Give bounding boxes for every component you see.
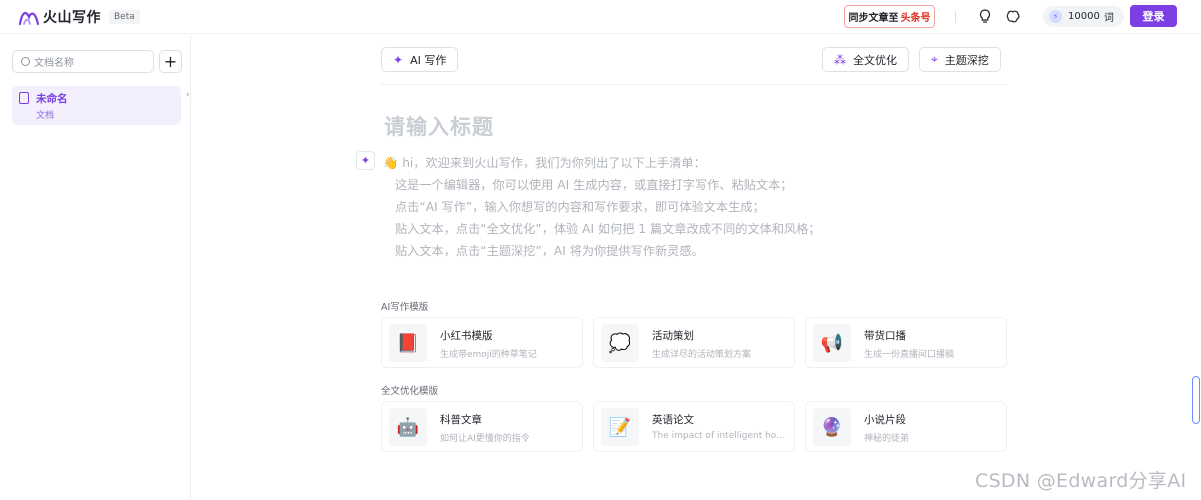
- add-document-button[interactable]: +: [159, 50, 182, 73]
- topic-label: 主题深挖: [944, 53, 989, 67]
- template-name: 活动策划: [652, 330, 694, 342]
- template-desc: 如何让AI更懂你的指令: [440, 434, 530, 444]
- template-name: 小说片段: [864, 414, 906, 426]
- sync-target: 头条号: [900, 13, 931, 24]
- lightning-icon: ⚡: [1049, 10, 1062, 23]
- scroll-indicator[interactable]: [1192, 376, 1200, 424]
- waving-hand-icon: 👋: [383, 156, 399, 170]
- login-button[interactable]: 登录: [1130, 5, 1177, 27]
- document-sidebar: 文档名称 + 未命名 文档 ‹: [0, 35, 191, 500]
- optimize-label: 全文优化: [853, 53, 897, 67]
- app-logo[interactable]: 火山写作 Beta: [18, 7, 140, 27]
- beta-badge: Beta: [109, 10, 140, 24]
- intro-line: 贴入文本，点击“全文优化”，体验 AI 如何把 1 篇文章改成不同的文体和风格；: [395, 222, 821, 236]
- search-icon: [21, 57, 30, 66]
- volcano-logo-icon: [18, 11, 40, 26]
- app-name: 火山写作: [43, 10, 101, 26]
- topic-deep-dive-button[interactable]: ⌖ 主题深挖: [919, 47, 1001, 72]
- collapse-sidebar-icon[interactable]: ‹: [186, 90, 190, 100]
- sparkle-icon: ✦: [393, 52, 404, 67]
- memo-icon: 📝: [601, 408, 639, 446]
- sync-to-toutiao-button[interactable]: 同步文章至 头条号: [844, 5, 935, 28]
- book-icon: 📕: [389, 324, 427, 362]
- header-divider: [955, 11, 956, 23]
- top-header: 火山写作 Beta 同步文章至 头条号 ⚡ 10000 词 登录: [0, 0, 1201, 34]
- template-card-livestream-script[interactable]: 📢 带货口播 生成一份直播间口播稿: [805, 317, 1007, 368]
- lightbulb-icon[interactable]: [977, 8, 993, 24]
- feedback-icon[interactable]: [1005, 8, 1021, 24]
- megaphone-icon: 📢: [813, 324, 851, 362]
- template-name: 英语论文: [652, 414, 694, 426]
- template-name: 带货口播: [864, 330, 906, 342]
- intro-line: 贴入文本，点击“主题深挖”，AI 将为你提供写作新灵感。: [395, 244, 704, 258]
- intro-first-text: hi，欢迎来到火山写作，我们为你列出了以下上手清单：: [402, 156, 706, 170]
- sync-prefix: 同步文章至: [848, 13, 899, 24]
- template-card-xiaohongshu[interactable]: 📕 小红书模版 生成带emoji的种草笔记: [381, 317, 583, 368]
- full-text-optimize-button[interactable]: ⁂ 全文优化: [822, 47, 909, 72]
- magic-burst-icon: ⁂: [834, 52, 846, 67]
- editor-body[interactable]: 👋 hi，欢迎来到火山写作，我们为你列出了以下上手清单： 这是一个编辑器，你可以使…: [383, 152, 821, 262]
- credits-value: 10000: [1068, 11, 1100, 22]
- crystal-ball-icon: 🔮: [813, 408, 851, 446]
- intro-line: 这是一个编辑器，你可以使用 AI 生成内容，或直接打字写作、粘贴文本；: [395, 178, 793, 192]
- template-desc: 神秘的徒弟: [864, 434, 910, 444]
- template-card-novel-excerpt[interactable]: 🔮 小说片段 神秘的徒弟: [805, 401, 1007, 452]
- location-pin-icon: ⌖: [931, 52, 938, 66]
- intro-first-line: 👋 hi，欢迎来到火山写作，我们为你列出了以下上手清单：: [383, 152, 821, 174]
- robot-icon: 🤖: [389, 408, 427, 446]
- document-list-item[interactable]: 未命名 文档: [12, 86, 181, 125]
- credits-unit: 词: [1103, 13, 1114, 24]
- template-card-popular-science[interactable]: 🤖 科普文章 如何让AI更懂你的指令: [381, 401, 583, 452]
- document-subtitle: 文档: [36, 111, 55, 121]
- template-card-english-paper[interactable]: 📝 英语论文 The impact of intelligent hou···: [593, 401, 795, 452]
- template-desc: 生成详尽的活动策划方案: [652, 350, 752, 360]
- ai-template-section-label: AI写作模版: [381, 302, 429, 313]
- sparkle-plus-icon: ✦: [360, 154, 371, 167]
- ai-write-button[interactable]: ✦ AI 写作: [381, 47, 459, 72]
- insert-block-button[interactable]: ✦: [356, 151, 375, 170]
- document-icon: [19, 92, 29, 104]
- csdn-watermark: CSDN @Edward分享AI: [975, 470, 1187, 492]
- optimize-template-section-label: 全文优化模版: [381, 386, 439, 397]
- title-input[interactable]: 请输入标题: [384, 111, 494, 141]
- search-placeholder: 文档名称: [34, 58, 74, 69]
- document-title: 未命名: [36, 93, 68, 105]
- ai-write-label: AI 写作: [410, 53, 447, 67]
- template-desc: The impact of intelligent hou···: [652, 431, 790, 441]
- word-credits-badge[interactable]: ⚡ 10000 词: [1043, 6, 1124, 27]
- template-desc: 生成带emoji的种草笔记: [440, 350, 537, 360]
- template-desc: 生成一份直播间口播稿: [864, 350, 955, 360]
- template-name: 小红书模版: [440, 330, 493, 342]
- speech-bubble-icon: 💭: [601, 324, 639, 362]
- intro-line: 点击“AI 写作”，输入你想写的内容和写作要求，即可体验文本生成；: [395, 200, 765, 214]
- template-card-event-planning[interactable]: 💭 活动策划 生成详尽的活动策划方案: [593, 317, 795, 368]
- toolbar-divider: [381, 84, 1007, 85]
- template-name: 科普文章: [440, 414, 482, 426]
- document-search-input[interactable]: 文档名称: [12, 50, 154, 73]
